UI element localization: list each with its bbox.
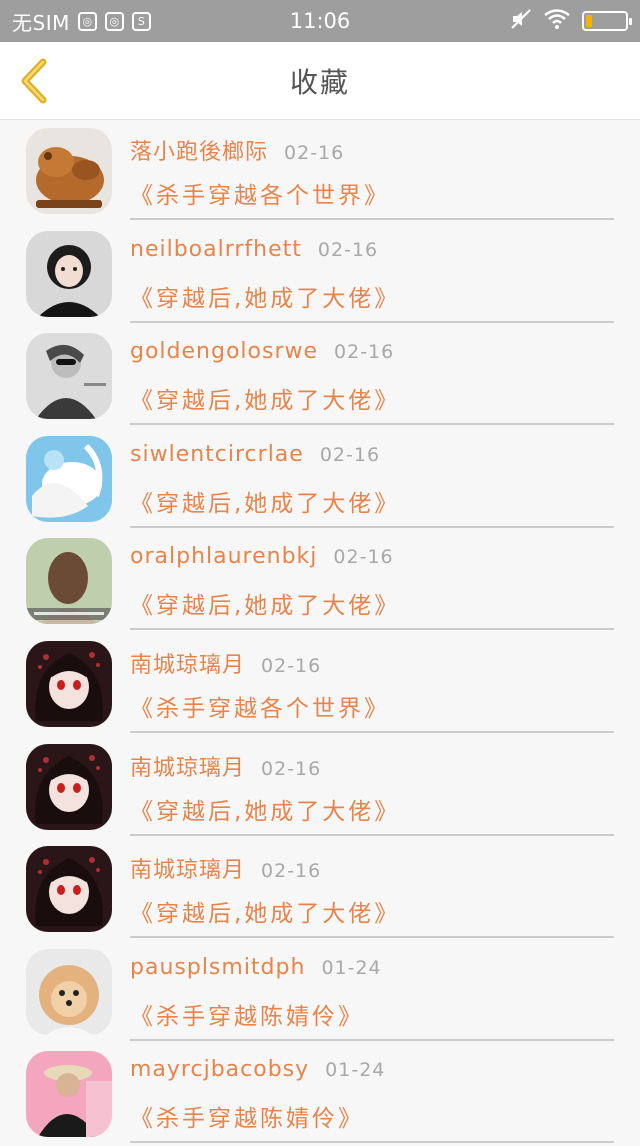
favorite-item-text: 落小跑後榔际 02-16 《杀手穿越各个世界》	[130, 134, 614, 220]
favorite-item-meta: goldengolosrwe 02-16	[130, 339, 614, 375]
qq-icon: ◎	[77, 11, 97, 31]
avatar[interactable]	[26, 435, 112, 522]
favorite-item-text: mayrcjbacobsy 01-24 《杀手穿越陈婧伶》	[130, 1057, 614, 1144]
avatar[interactable]	[26, 128, 112, 214]
favorite-date: 02-16	[284, 142, 345, 164]
favorite-list-item[interactable]: pausplsmitdph 01-24 《杀手穿越陈婧伶》	[0, 941, 640, 1044]
avatar[interactable]	[26, 1051, 112, 1138]
favorite-list-item[interactable]: 南城琼璃月 02-16 《杀手穿越各个世界》	[0, 633, 640, 736]
favorite-list-item[interactable]: mayrcjbacobsy 01-24 《杀手穿越陈婧伶》	[0, 1043, 640, 1146]
carrier-label: 无SIM	[12, 10, 70, 35]
favorite-item-text: goldengolosrwe 02-16 《穿越后,她成了大佬》	[130, 339, 614, 426]
favorite-date: 02-16	[333, 546, 394, 569]
favorite-item-meta: 南城琼璃月 02-16	[130, 750, 614, 786]
favorite-item-text: pausplsmitdph 01-24 《杀手穿越陈婧伶》	[130, 955, 614, 1041]
favorite-item-text: 南城琼璃月 02-16 《穿越后,她成了大佬》	[130, 750, 614, 836]
user-name[interactable]: siwlentcircrlae	[130, 442, 304, 467]
favorite-list-item[interactable]: goldengolosrwe 02-16 《穿越后,她成了大佬》	[0, 325, 640, 428]
status-bar: 无SIM ◎ ◎ S 11:06	[0, 0, 640, 42]
avatar[interactable]	[26, 538, 112, 625]
user-name[interactable]: mayrcjbacobsy	[130, 1057, 309, 1082]
avatar[interactable]	[26, 743, 112, 830]
favorite-item-text: neilboalrrfhett 02-16 《穿越后,她成了大佬》	[130, 237, 614, 323]
user-name[interactable]: neilboalrrfhett	[130, 237, 302, 262]
favorite-list-item[interactable]: 南城琼璃月 02-16 《穿越后,她成了大佬》	[0, 838, 640, 941]
book-title-link[interactable]: 《穿越后,她成了大佬》	[130, 894, 614, 928]
battery-level	[586, 15, 592, 27]
favorite-list-item[interactable]: siwlentcircrlae 02-16 《穿越后,她成了大佬》	[0, 428, 640, 531]
favorite-date: 01-24	[321, 956, 382, 979]
mute-icon	[510, 8, 532, 35]
battery-icon	[582, 11, 632, 31]
user-name[interactable]: oralphlaurenbkj	[130, 544, 317, 569]
header: 收藏	[0, 42, 640, 120]
avatar[interactable]	[26, 230, 112, 317]
favorite-item-text: siwlentcircrlae 02-16 《穿越后,她成了大佬》	[130, 442, 614, 528]
favorite-date: 02-16	[319, 443, 381, 466]
s-app-icon: S	[131, 11, 151, 31]
user-name[interactable]: pausplsmitdph	[130, 955, 305, 980]
back-button[interactable]	[14, 56, 54, 106]
favorite-item-text: 南城琼璃月 02-16 《杀手穿越各个世界》	[130, 647, 614, 733]
book-title-link[interactable]: 《杀手穿越陈婧伶》	[130, 997, 614, 1031]
favorite-item-text: 南城琼璃月 02-16 《穿越后,她成了大佬》	[130, 852, 614, 939]
favorite-item-meta: mayrcjbacobsy 01-24	[130, 1057, 614, 1093]
favorite-date: 02-16	[317, 238, 379, 261]
favorites-list: 落小跑後榔际 02-16 《杀手穿越各个世界》 neilboalrrfhett 02-1…	[0, 120, 640, 1146]
avatar[interactable]	[26, 333, 112, 420]
book-title-link[interactable]: 《穿越后,她成了大佬》	[130, 484, 614, 518]
book-title-link[interactable]: 《杀手穿越各个世界》	[130, 176, 614, 210]
favorite-date: 02-16	[261, 654, 322, 677]
favorite-date: 02-16	[261, 860, 322, 883]
book-title-link[interactable]: 《杀手穿越各个世界》	[130, 689, 614, 723]
page-title: 收藏	[289, 65, 350, 99]
qq-icon: ◎	[104, 11, 124, 31]
status-left: 无SIM ◎ ◎ S	[12, 7, 232, 36]
book-title-link[interactable]: 《穿越后,她成了大佬》	[130, 279, 614, 313]
favorite-item-meta: neilboalrrfhett 02-16	[130, 237, 614, 273]
favorite-item-meta: oralphlaurenbkj 02-16	[130, 544, 614, 580]
favorite-item-meta: 南城琼璃月 02-16	[130, 852, 614, 888]
avatar[interactable]	[26, 640, 112, 727]
favorite-list-item[interactable]: 南城琼璃月 02-16 《穿越后,她成了大佬》	[0, 736, 640, 839]
book-title-link[interactable]: 《穿越后,她成了大佬》	[130, 792, 614, 826]
book-title-link[interactable]: 《穿越后,她成了大佬》	[130, 586, 614, 620]
favorite-list-item[interactable]: neilboalrrfhett 02-16 《穿越后,她成了大佬》	[0, 223, 640, 326]
user-name[interactable]: 南城琼璃月	[130, 750, 245, 782]
user-name[interactable]: 南城琼璃月	[130, 852, 245, 884]
book-title-link[interactable]: 《杀手穿越陈婧伶》	[130, 1099, 614, 1133]
favorite-date: 01-24	[325, 1059, 386, 1082]
favorite-date: 02-16	[334, 341, 395, 364]
book-title-link[interactable]: 《穿越后,她成了大佬》	[130, 381, 614, 415]
user-name[interactable]: 落小跑後榔际	[130, 134, 268, 166]
user-name[interactable]: 南城琼璃月	[130, 647, 245, 679]
status-right	[510, 8, 632, 35]
avatar[interactable]	[26, 846, 112, 933]
favorite-item-meta: pausplsmitdph 01-24	[130, 955, 614, 991]
favorite-list-item[interactable]: 落小跑後榔际 02-16 《杀手穿越各个世界》	[0, 120, 640, 223]
favorite-item-meta: 落小跑後榔际 02-16	[130, 134, 614, 170]
avatar[interactable]	[26, 948, 112, 1035]
favorite-list-item[interactable]: oralphlaurenbkj 02-16 《穿越后,她成了大佬》	[0, 530, 640, 633]
chevron-left-icon	[21, 58, 47, 104]
wifi-icon	[544, 8, 570, 34]
user-name[interactable]: goldengolosrwe	[130, 339, 318, 364]
favorite-date: 02-16	[261, 757, 322, 780]
favorite-item-meta: siwlentcircrlae 02-16	[130, 442, 614, 478]
favorite-item-meta: 南城琼璃月 02-16	[130, 647, 614, 683]
favorite-item-text: oralphlaurenbkj 02-16 《穿越后,她成了大佬》	[130, 544, 614, 631]
